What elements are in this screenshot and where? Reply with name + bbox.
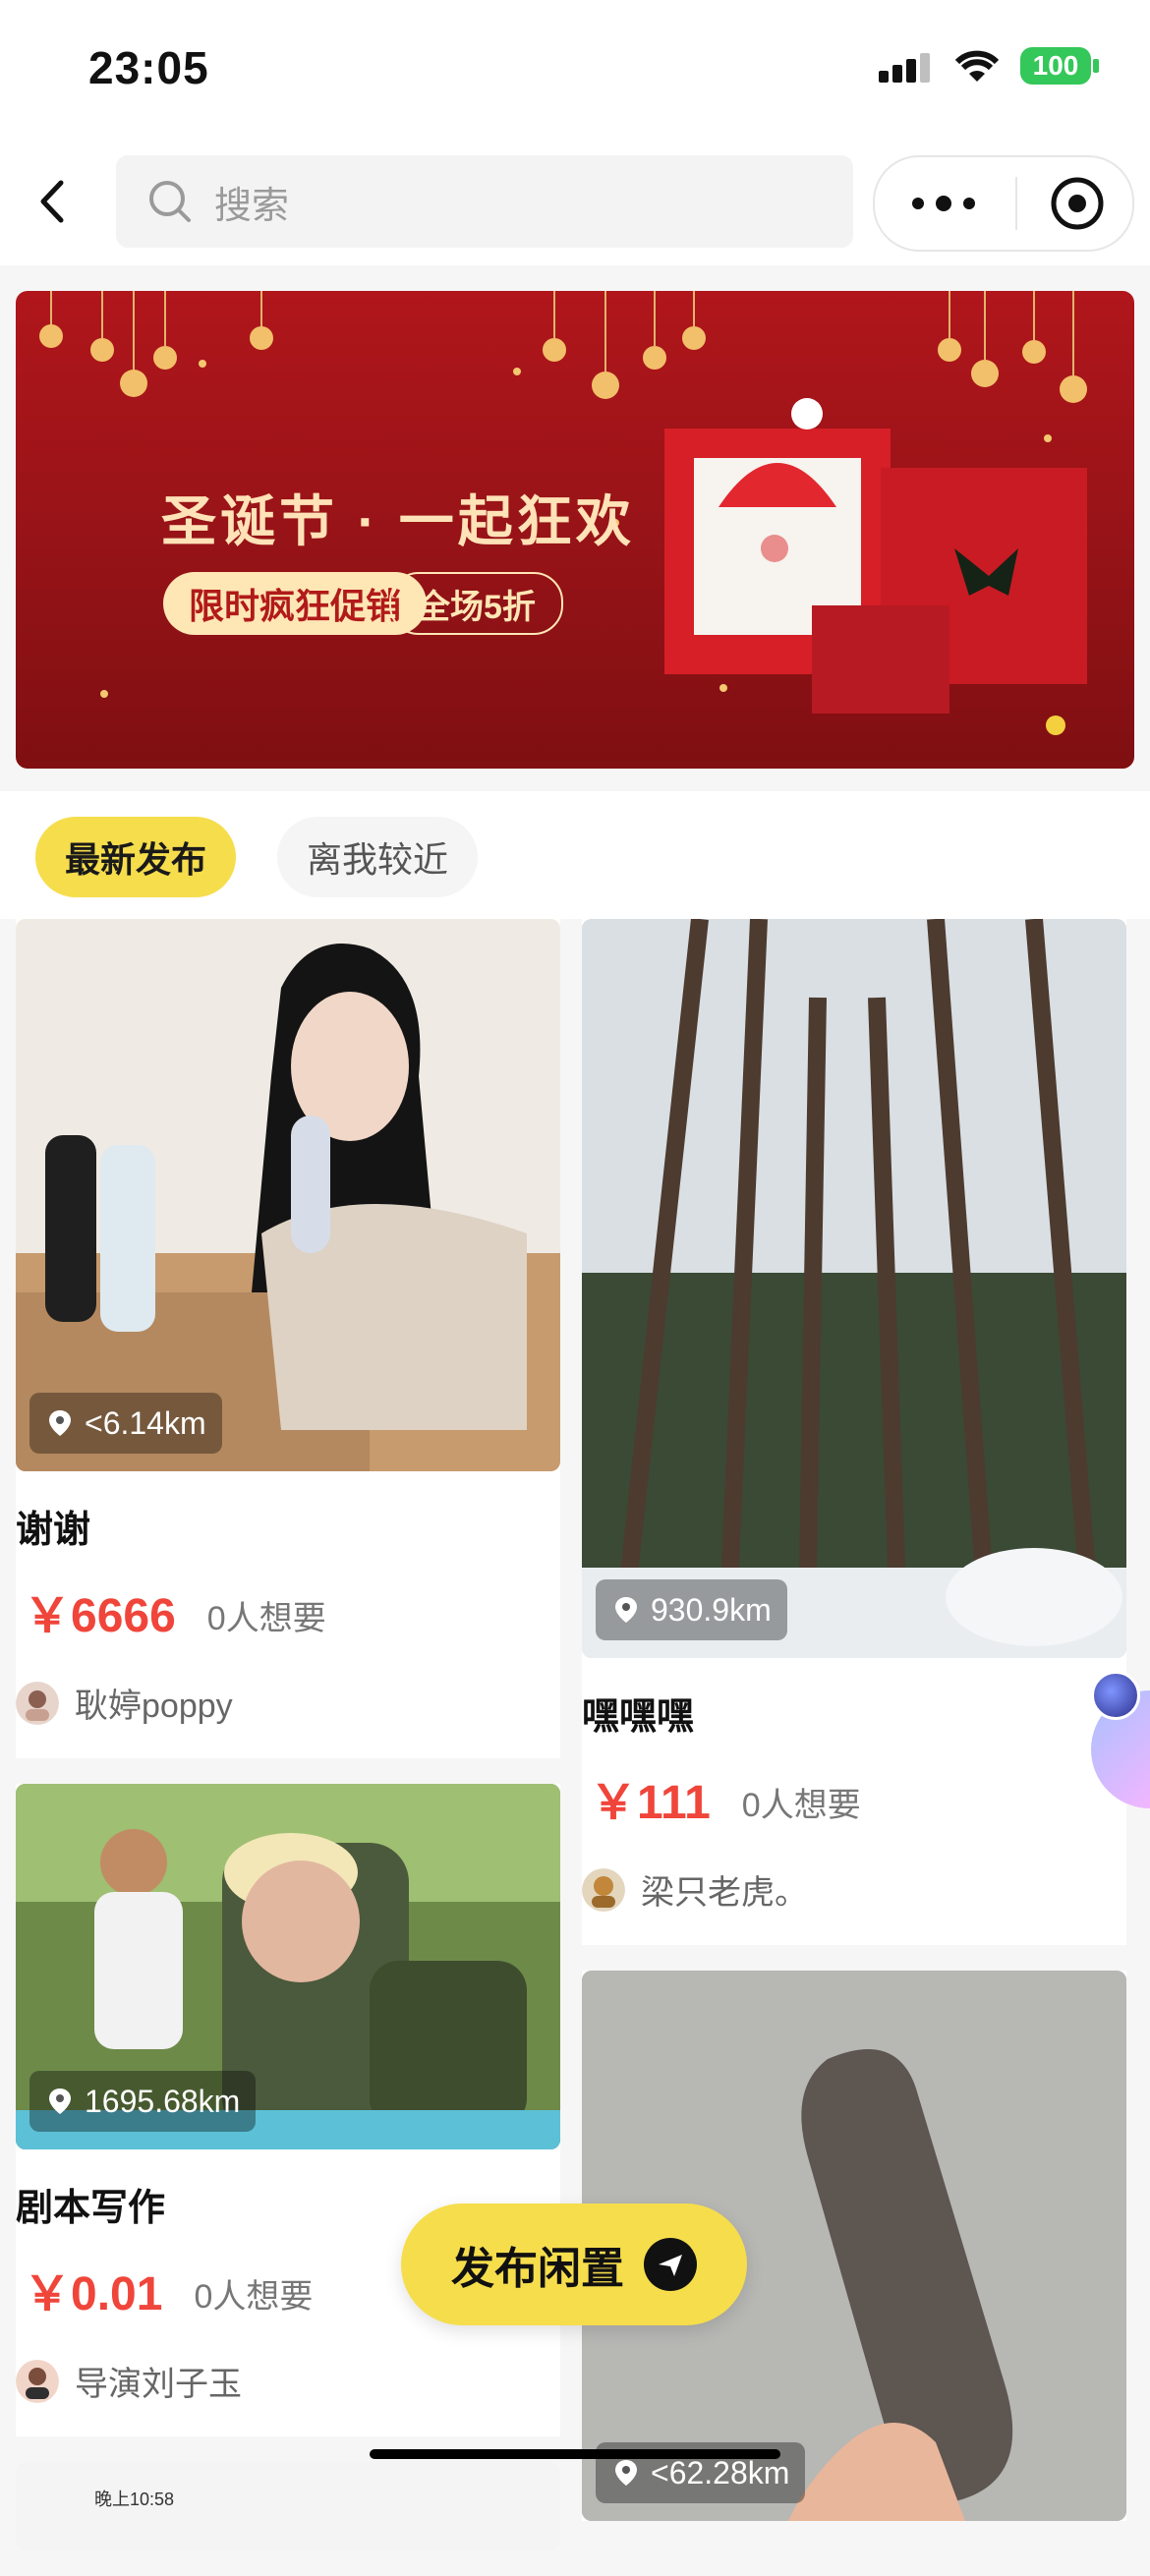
- location-pin-icon: [615, 1597, 637, 1623]
- listing-price: ￥6666: [24, 1590, 176, 1642]
- location-pin-icon: [49, 2089, 71, 2114]
- listing-price: ￥0.01: [24, 2268, 163, 2320]
- want-count: 0人想要: [194, 2278, 314, 2316]
- listing-card[interactable]: <6.14km 谢谢 ￥6666 0人想要 耿婷poppy: [16, 919, 560, 1758]
- distance-text: <6.14km: [85, 1404, 206, 1441]
- distance-text: 930.9km: [651, 1591, 772, 1628]
- distance-text: <62.28km: [651, 2454, 790, 2490]
- seller-info[interactable]: 梁只老虎。: [582, 1840, 1126, 1945]
- listing-image: <6.14km: [16, 919, 560, 1471]
- want-count: 0人想要: [741, 1787, 861, 1824]
- price-row: ￥111 0人想要: [582, 1749, 1126, 1840]
- search-placeholder: 搜索: [214, 185, 290, 227]
- wifi-icon: [954, 50, 1000, 82]
- seller-name: 梁只老虎。: [641, 1874, 808, 1912]
- battery-level: 100: [1032, 50, 1079, 81]
- sort-filters: 最新发布 离我较近: [0, 791, 1150, 919]
- status-time: 23:05: [88, 42, 209, 93]
- close-miniapp-icon[interactable]: [1050, 176, 1105, 231]
- listing-card[interactable]: 930.9km 嘿嘿嘿 ￥111 0人想要 梁只老虎。: [582, 919, 1126, 1945]
- preview-time-text: 晚上10:58: [94, 2490, 175, 2509]
- search-input[interactable]: 搜索: [116, 155, 853, 248]
- seller-info[interactable]: 耿婷poppy: [16, 1653, 560, 1758]
- publish-item-label: 发布闲置: [451, 2245, 624, 2293]
- avatar: [582, 1867, 625, 1912]
- listing-image: 1695.68km: [16, 1784, 560, 2149]
- listing-title: 谢谢: [16, 1510, 91, 1551]
- seller-name: 导演刘子玉: [75, 2366, 242, 2403]
- search-icon: [149, 181, 191, 222]
- want-count: 0人想要: [206, 1600, 326, 1637]
- listing-photo-forest: [582, 919, 1126, 1658]
- battery-indicator: 100: [1020, 47, 1099, 85]
- capsule-divider: [1015, 177, 1017, 230]
- status-bar: 23:05 100: [0, 0, 1150, 138]
- filter-nearby[interactable]: 离我较近: [277, 817, 479, 897]
- listing-image: 晚上10:58: [16, 2462, 560, 2550]
- listing-card[interactable]: 1695.68km 剧本写作 ￥0.01 0人想要 导演刘子玉: [16, 1784, 560, 2436]
- banner-indicator-dot: [1046, 716, 1065, 735]
- more-icon[interactable]: [904, 189, 983, 218]
- location-pin-icon: [49, 1410, 71, 1436]
- distance-text: 1695.68km: [85, 2083, 241, 2119]
- miniapp-capsule: [873, 155, 1134, 252]
- banner-title: 圣诞节 · 一起狂欢: [161, 490, 635, 552]
- distance-badge: 1695.68km: [29, 2071, 257, 2132]
- distance-badge: 930.9km: [596, 1579, 787, 1640]
- seller-name: 耿婷poppy: [75, 1688, 233, 1725]
- publish-item-button[interactable]: 发布闲置: [401, 2204, 747, 2325]
- avatar: [16, 1681, 59, 1725]
- christmas-banner[interactable]: 圣诞节 · 一起狂欢 限时疯狂促销 全场5折: [16, 291, 1134, 769]
- listing-photo-woman: [16, 919, 560, 1471]
- listing-image: 930.9km: [582, 919, 1126, 1658]
- price-row: ￥6666 0人想要: [16, 1563, 560, 1653]
- status-icons: 100: [879, 47, 1099, 85]
- filter-latest[interactable]: 最新发布: [35, 817, 237, 897]
- back-icon[interactable]: [29, 177, 79, 226]
- side-avatar[interactable]: [1091, 1671, 1140, 1720]
- signal-icon: [879, 53, 930, 83]
- listing-card-preview[interactable]: 晚上10:58: [16, 2462, 560, 2550]
- listing-price: ￥111: [590, 1777, 711, 1829]
- distance-badge: <6.14km: [29, 1393, 222, 1454]
- banner-section: 圣诞节 · 一起狂欢 限时疯狂促销 全场5折: [0, 265, 1150, 791]
- avatar: [16, 2359, 59, 2403]
- banner-tag-primary: 限时疯狂促销: [163, 572, 428, 635]
- home-indicator: [370, 2449, 780, 2459]
- listing-column-left: <6.14km 谢谢 ￥6666 0人想要 耿婷poppy 1695.68km …: [16, 919, 560, 2576]
- listing-title: 嘿嘿嘿: [582, 1696, 695, 1738]
- top-nav: 搜索: [0, 138, 1150, 265]
- location-pin-icon: [615, 2460, 637, 2486]
- seller-info[interactable]: 导演刘子玉: [16, 2331, 560, 2436]
- send-icon: [644, 2238, 697, 2291]
- banner-tag-secondary: 全场5折: [389, 572, 563, 635]
